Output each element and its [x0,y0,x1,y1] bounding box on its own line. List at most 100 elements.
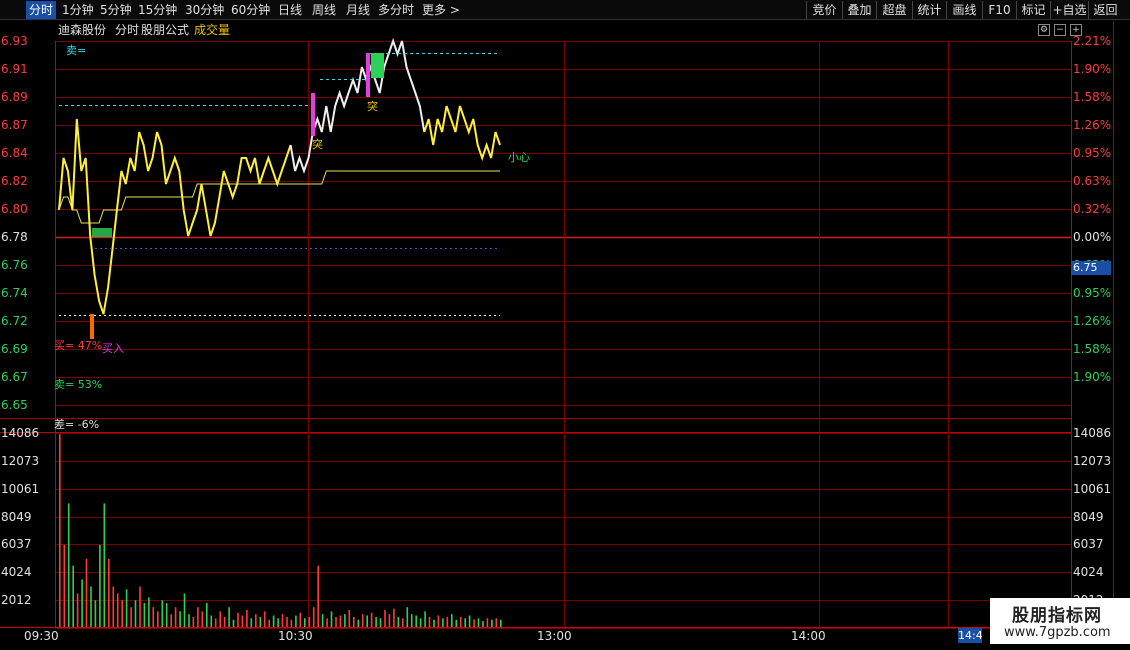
settings-icon[interactable]: ⚙ [1038,24,1050,36]
diff-percent: 差= -6% [54,418,100,431]
volume-bar [165,603,168,628]
price-tick-label: 6.87 [1,118,28,132]
price-line-segment [423,105,501,162]
volume-bar [90,586,92,628]
volume-bar [188,614,190,628]
f10-button[interactable]: F10 [982,1,1016,19]
price-line-segment [58,118,292,315]
side-panel-edge [1113,21,1130,628]
tab-1min[interactable]: 1分钟 [62,1,94,19]
volume-tick-label: 4024 [1,565,32,580]
tab-60min[interactable]: 60分钟 [231,1,270,19]
volume-bar [157,611,159,628]
buy-zone-bar [90,314,94,339]
volume-bar [85,558,88,628]
volume-bar [406,607,409,628]
price-tick-label: 6.89 [1,90,28,104]
breakout-bar [311,93,315,136]
stats-button[interactable]: 统计 [912,1,946,19]
volume-bar [388,614,391,628]
volume-bar [451,614,453,628]
stock-name: 迪森股份 [58,23,107,37]
percent-tick-label: 0.63% [1073,174,1112,188]
volume-bar [63,544,66,628]
volume-bar [143,603,146,628]
volume-bar [103,503,106,628]
volume-bar [228,607,230,628]
volume-bar [112,586,115,628]
tab-5min[interactable]: 5分钟 [100,1,132,19]
tab-monthly[interactable]: 月线 [346,1,370,19]
tab-more[interactable]: 更多 > [422,1,460,19]
tab-daily[interactable]: 日线 [278,1,302,19]
volume-bar [344,614,346,628]
minus-icon[interactable]: − [1054,24,1066,36]
volume-bar [299,612,302,628]
volume-bar [72,565,74,628]
formula-name: 股朋公式 [141,23,190,37]
price-tick-label: 6.93 [1,34,28,48]
volume-bar [197,607,199,628]
volume-tick-label: 4024 [1073,565,1104,580]
tab-multi-timeshare[interactable]: 多分时 [378,1,414,19]
volume-bar [348,610,351,628]
volume-bar [206,603,208,628]
price-tick-label: 6.80 [1,202,28,216]
current-time-marker: 14:4 [958,628,982,643]
volume-bar [317,565,319,628]
add-watchlist-button[interactable]: +自选 [1050,1,1088,19]
price-tick-label: 6.69 [1,342,28,356]
tab-weekly[interactable]: 周线 [312,1,336,19]
back-button[interactable]: 返回 [1088,1,1122,19]
chart-header: 迪森股份 分时 股朋公式 成交量 ⚙ − + [0,21,1110,39]
auction-button[interactable]: 竞价 [806,1,842,19]
price-line-segment [289,37,426,175]
signal-marker [92,228,112,237]
price-tick-label: 6.76 [1,258,28,272]
price-tick-label: 6.74 [1,286,28,300]
volume-tick-label: 12073 [1073,453,1112,468]
breakout-label-1: 突 [312,138,323,151]
super-button[interactable]: 超盘 [876,1,912,19]
volume-bar [59,434,61,628]
toolbar: 分时 1分钟 5分钟 15分钟 30分钟 60分钟 日线 周线 月线 多分时 更… [0,0,1130,20]
buy-percent: 买= 47% [54,339,103,352]
volume-bar [330,611,333,628]
volume-tick-label: 8049 [1073,509,1104,524]
percent-tick-label: 1.58% [1073,342,1112,356]
volume-bar [255,614,257,628]
price-tick-label: 6.78 [1,230,28,244]
mark-button[interactable]: 标记 [1016,1,1050,19]
time-label: 13:00 [537,629,572,643]
tab-15min[interactable]: 15分钟 [138,1,177,19]
draw-line-button[interactable]: 画线 [946,1,982,19]
volume-tick-label: 10061 [1073,481,1112,496]
chart-mode: 分时 [115,23,140,37]
volume-bar [170,614,172,628]
volume-bar [116,593,119,628]
tab-30min[interactable]: 30分钟 [185,1,224,19]
volume-bar [130,607,132,628]
percent-tick-label: 1.26% [1073,314,1112,328]
average-price-line [58,170,500,224]
sell-zone-bar [371,53,384,78]
tab-timeshare[interactable]: 分时 [26,1,57,19]
volume-bar [94,600,97,628]
volume-bar [67,503,70,628]
chart-area [0,37,1072,629]
price-tick-label: 6.84 [1,146,28,160]
percent-tick-label: 2.21% [1073,34,1112,48]
site-watermark-logo: 股朋指标网 www.7gpzb.com [990,598,1130,650]
volume-bar [361,614,364,628]
volume-bar [410,614,413,628]
volume-bar [424,611,426,628]
sell-percent: 卖= 53% [54,378,103,391]
overlay-button[interactable]: 叠加 [842,1,876,19]
volume-bar [246,610,248,628]
volume-bar [139,586,141,628]
time-label: 09:30 [24,629,59,643]
volume-bar [125,589,128,628]
volume-tick-label: 10061 [1,481,40,496]
volume-bar [76,593,79,628]
volume-bar [281,614,284,628]
